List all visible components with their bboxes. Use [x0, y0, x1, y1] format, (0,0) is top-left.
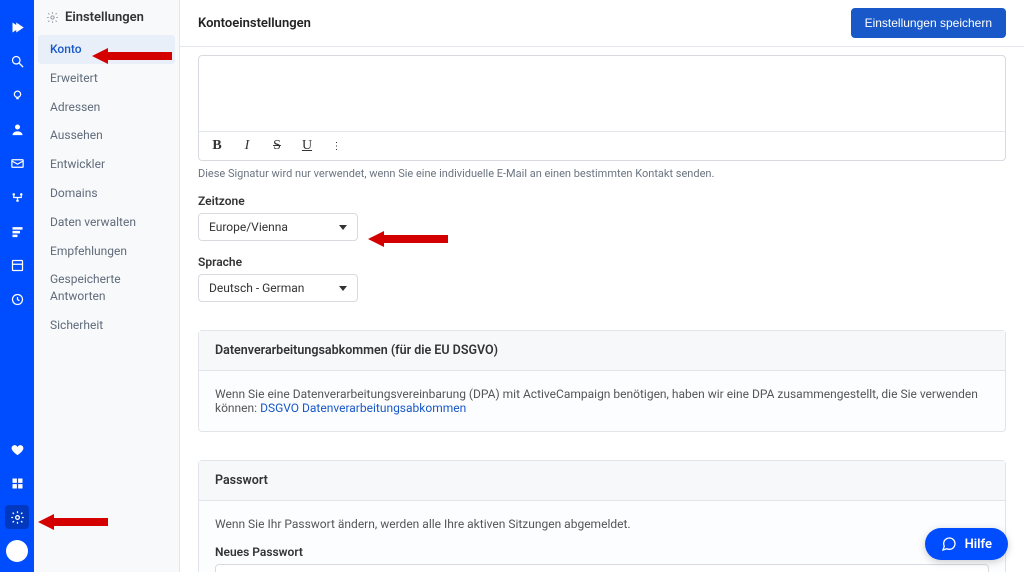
password-panel-title: Passwort — [199, 461, 1005, 501]
sidebar-header: Einstellungen — [34, 0, 179, 35]
sidebar-item-adressen[interactable]: Adressen — [34, 93, 179, 122]
sidebar-item-konto[interactable]: Konto — [38, 35, 175, 64]
sidebar-item-label: Konto — [50, 42, 82, 56]
sidebar-item-entwickler[interactable]: Entwickler — [34, 150, 179, 179]
sidebar-item-label: Erweitert — [50, 71, 98, 85]
page-title: Kontoeinstellungen — [198, 16, 311, 31]
password-panel: Passwort Wenn Sie Ihr Passwort ändern, w… — [198, 460, 1006, 572]
underline-button[interactable]: U — [299, 138, 315, 154]
avatar[interactable] — [6, 540, 28, 562]
sidebar-item-label: Empfehlungen — [50, 244, 127, 258]
settings-sidebar: Einstellungen Konto Erweitert Adressen A… — [34, 0, 180, 572]
sidebar-item-gespeicherte-antworten[interactable]: Gespeicherte Antworten — [34, 265, 179, 311]
new-password-label: Neues Passwort — [215, 545, 989, 559]
password-body-text: Wenn Sie Ihr Passwort ändern, werden all… — [215, 517, 989, 531]
grid-icon[interactable] — [5, 471, 29, 495]
user-icon[interactable] — [5, 117, 29, 141]
timezone-select[interactable]: Europe/Vienna — [198, 213, 358, 241]
sidebar-item-sicherheit[interactable]: Sicherheit — [34, 311, 179, 340]
language-value: Deutsch - German — [209, 281, 304, 295]
logo-icon[interactable] — [5, 15, 29, 39]
dpa-link[interactable]: DSGVO Datenverarbeitungsabkommen — [260, 401, 466, 415]
inbox-icon[interactable] — [5, 151, 29, 175]
reports-icon[interactable] — [5, 253, 29, 277]
italic-button[interactable]: I — [239, 138, 255, 154]
sidebar-item-aussehen[interactable]: Aussehen — [34, 121, 179, 150]
sidebar-item-label: Sicherheit — [50, 318, 103, 332]
sidebar-item-label: Entwickler — [50, 157, 105, 171]
signature-toolbar: B I S U ⋮ — [199, 131, 1005, 160]
help-label: Hilfe — [965, 537, 992, 552]
lightbulb-icon[interactable] — [5, 83, 29, 107]
timezone-label: Zeitzone — [198, 194, 1006, 208]
sidebar-item-erweitert[interactable]: Erweitert — [34, 64, 179, 93]
dpa-panel-body: Wenn Sie eine Datenverarbeitungsvereinba… — [199, 371, 1005, 431]
language-label: Sprache — [198, 255, 1006, 269]
timezone-value: Europe/Vienna — [209, 220, 288, 234]
sidebar-item-empfehlungen[interactable]: Empfehlungen — [34, 237, 179, 266]
content-area: B I S U ⋮ Diese Signatur wird nur verwen… — [180, 47, 1024, 572]
dpa-panel: Datenverarbeitungsabkommen (für die EU D… — [198, 330, 1006, 432]
sidebar-title: Einstellungen — [65, 10, 144, 25]
search-icon[interactable] — [5, 49, 29, 73]
sidebar-item-label: Domains — [50, 186, 98, 200]
gear-icon — [46, 11, 59, 24]
settings-rail-icon[interactable] — [5, 505, 29, 529]
bold-button[interactable]: B — [209, 138, 225, 154]
sidebar-item-daten-verwalten[interactable]: Daten verwalten — [34, 208, 179, 237]
signature-textarea[interactable] — [199, 56, 1005, 131]
app-rail — [0, 0, 34, 572]
new-password-input[interactable] — [215, 564, 989, 572]
sidebar-item-label: Gespeicherte Antworten — [50, 272, 121, 303]
pipeline-icon[interactable] — [5, 219, 29, 243]
sidebar-item-label: Adressen — [50, 100, 100, 114]
password-panel-body: Wenn Sie Ihr Passwort ändern, werden all… — [199, 501, 1005, 572]
sidebar-item-label: Daten verwalten — [50, 215, 136, 229]
save-settings-button[interactable]: Einstellungen speichern — [851, 8, 1006, 38]
topbar: Kontoeinstellungen Einstellungen speiche… — [180, 0, 1024, 47]
heart-icon[interactable] — [5, 437, 29, 461]
sidebar-item-label: Aussehen — [50, 128, 103, 142]
chat-icon — [941, 536, 957, 552]
clock-icon[interactable] — [5, 287, 29, 311]
dpa-panel-title: Datenverarbeitungsabkommen (für die EU D… — [199, 331, 1005, 371]
strikethrough-button[interactable]: S — [269, 138, 285, 154]
signature-editor: B I S U ⋮ — [198, 55, 1006, 161]
help-button[interactable]: Hilfe — [925, 528, 1008, 560]
signature-help-text: Diese Signatur wird nur verwendet, wenn … — [198, 167, 1006, 180]
chevron-down-icon — [339, 286, 347, 291]
chevron-down-icon — [339, 225, 347, 230]
sidebar-item-domains[interactable]: Domains — [34, 179, 179, 208]
org-icon[interactable] — [5, 185, 29, 209]
main-column: Kontoeinstellungen Einstellungen speiche… — [180, 0, 1024, 572]
language-select[interactable]: Deutsch - German — [198, 274, 358, 302]
more-formatting-button[interactable]: ⋮ — [329, 141, 345, 152]
